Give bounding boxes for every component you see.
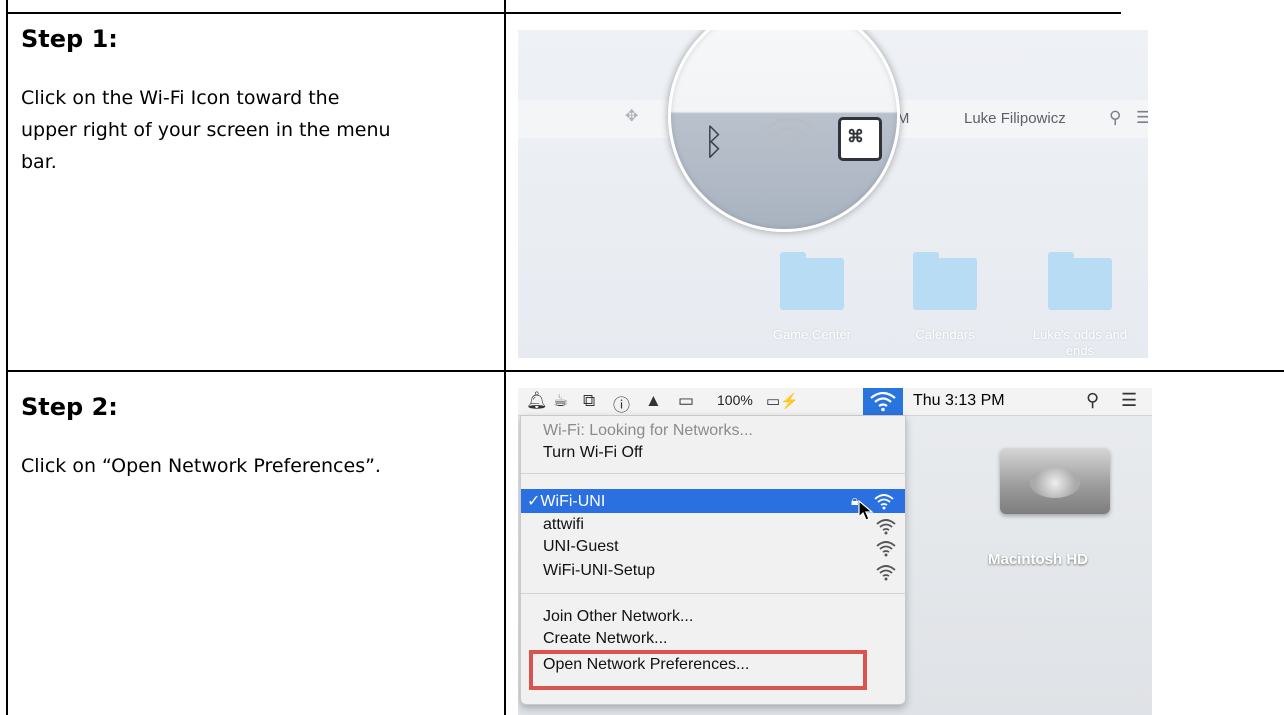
- bluetooth-icon[interactable]: ᛒ: [703, 121, 725, 163]
- folder-icon[interactable]: [780, 252, 844, 310]
- wifi-signal-icon: [876, 519, 896, 535]
- turn-wifi-off-item[interactable]: Turn Wi-Fi Off: [543, 444, 643, 462]
- step-1-line-1: Click on the Wi-Fi Icon toward the: [21, 87, 340, 109]
- battery-icon[interactable]: ▭⚡: [766, 392, 799, 410]
- wifi-menu-button[interactable]: [863, 388, 903, 415]
- screen-icon[interactable]: ⧉: [583, 391, 595, 411]
- drive-icon[interactable]: ▲: [645, 391, 662, 411]
- step-1-description: Click on the Wi-Fi Icon toward the upper…: [21, 82, 391, 178]
- folder-icon[interactable]: [1048, 252, 1112, 310]
- folder-label[interactable]: Calendars: [890, 327, 1000, 343]
- table-top-border: [6, 12, 1121, 14]
- table-left-border: [6, 0, 8, 715]
- list-icon[interactable]: ☰: [1136, 108, 1148, 128]
- bell-icon[interactable]: 🔔︎: [526, 391, 548, 411]
- step-2-screenshot: 🔔︎ ☕︎ ⧉ ⓘ ▲ ▭ 100% ▭⚡ Thu 3:13 PM ⚲ ☰ Wi…: [518, 388, 1152, 715]
- folder-label[interactable]: Luke's odds and ends: [1025, 327, 1135, 358]
- search-icon[interactable]: ⚲: [1086, 390, 1099, 411]
- wifi-icon[interactable]: [763, 115, 817, 155]
- battery-percentage: 100%: [717, 392, 753, 408]
- dropbox-icon: ✥: [625, 108, 639, 125]
- coffee-icon[interactable]: ☕︎: [553, 391, 568, 411]
- magnified-view: ᛒ ⌘: [668, 30, 900, 232]
- menu-bar-user-name[interactable]: Luke Filipowicz: [964, 110, 1066, 127]
- network-item-uni-guest[interactable]: UNI-Guest: [543, 538, 619, 556]
- table-column-divider: [504, 0, 506, 715]
- network-item-attwifi[interactable]: attwifi: [543, 516, 584, 534]
- menu-separator: [521, 593, 905, 594]
- keyboard-viewer-icon[interactable]: ⌘: [838, 117, 882, 161]
- menu-bar-clock[interactable]: Thu 3:13 PM: [913, 392, 1005, 410]
- search-icon[interactable]: ⚲: [1109, 108, 1121, 128]
- network-item-wifi-uni[interactable]: ✓WiFi-UNI 🔒︎: [521, 489, 905, 513]
- airplay-icon[interactable]: ▭: [678, 391, 694, 411]
- wifi-signal-icon: [876, 541, 896, 557]
- highlight-box: [529, 650, 867, 690]
- hard-drive-label[interactable]: Macintosh HD: [988, 551, 1088, 568]
- info-icon[interactable]: ⓘ: [613, 391, 630, 416]
- list-icon[interactable]: ☰: [1121, 390, 1137, 411]
- create-network-item[interactable]: Create Network...: [543, 630, 667, 648]
- folder-icon[interactable]: [913, 252, 977, 310]
- keyboard-command-glyph: ⌘: [847, 127, 864, 146]
- network-item-label: ✓WiFi-UNI: [527, 493, 606, 510]
- step-2-title: Step 2:: [21, 393, 118, 421]
- wifi-signal-icon: [874, 494, 894, 510]
- step-2-description: Click on “Open Network Preferences”.: [21, 450, 381, 482]
- mouse-cursor-icon: [858, 500, 874, 521]
- wifi-icon: [870, 391, 896, 412]
- step-2-line-1: Click on “Open Network Preferences”.: [21, 455, 381, 477]
- step-1-title: Step 1:: [21, 25, 118, 53]
- network-item-wifi-uni-setup[interactable]: WiFi-UNI-Setup: [543, 562, 655, 580]
- table-row-divider: [6, 370, 1284, 372]
- hard-drive-icon[interactable]: [1000, 448, 1110, 514]
- step-1-screenshot: ✥ 11 AM Luke Filipowicz ⚲ ☰ ᛒ ⌘ Game Cen…: [518, 30, 1148, 358]
- wifi-status: Wi-Fi: Looking for Networks...: [543, 422, 753, 439]
- join-other-network-item[interactable]: Join Other Network...: [543, 608, 693, 626]
- wifi-signal-icon: [876, 565, 896, 581]
- step-1-line-3: bar.: [21, 151, 57, 173]
- menu-separator: [521, 473, 905, 474]
- folder-label[interactable]: Game Center: [757, 327, 867, 343]
- step-1-line-2: upper right of your screen in the menu: [21, 119, 391, 141]
